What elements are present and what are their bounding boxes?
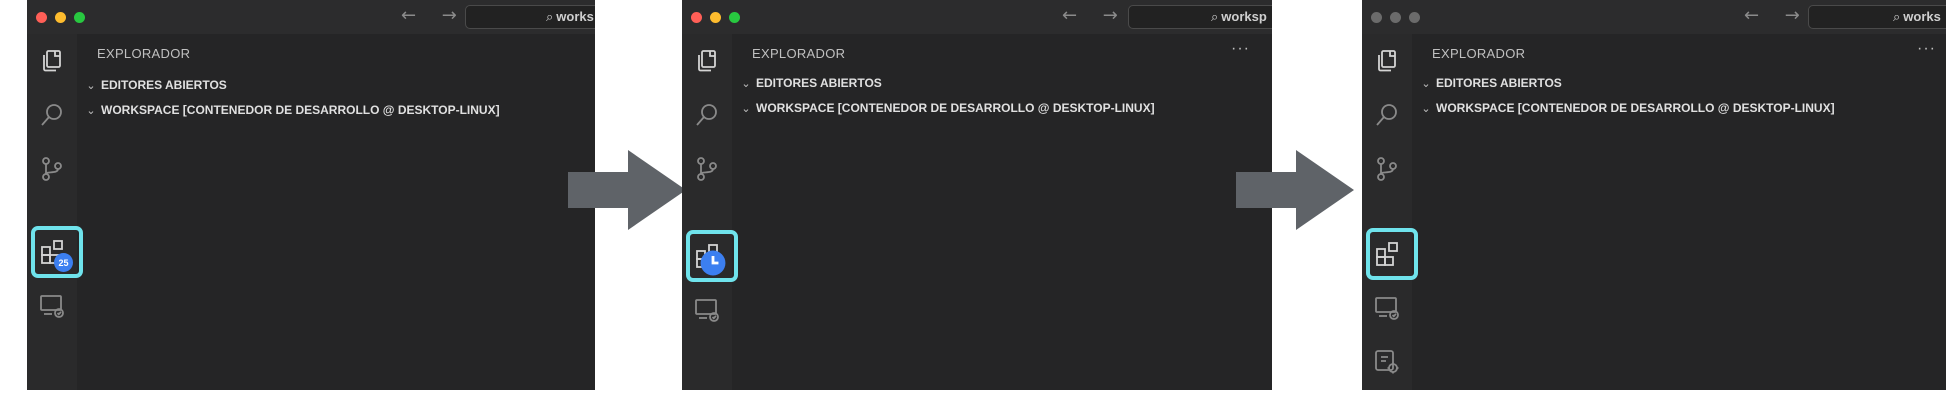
explorer-sidebar: EXPLORADOR ··· ⌄ EDITORES ABIERTOS ⌄ WORKS… <box>1412 34 1946 390</box>
files-icon <box>43 50 61 72</box>
extensions-icon <box>1376 242 1398 266</box>
explorer-title: EXPLORADOR <box>97 46 191 61</box>
activity-bar <box>682 34 738 390</box>
minimize-window-button[interactable] <box>710 12 721 23</box>
window-controls <box>691 12 740 23</box>
files-icon <box>1378 50 1396 72</box>
title-bar: ← → ⌕ worksp <box>682 0 1272 34</box>
chevron-down-icon: ⌄ <box>86 78 96 92</box>
section-open-editors[interactable]: ⌄ EDITORES ABIERTOS <box>738 72 1266 94</box>
explorer-activity[interactable] <box>35 44 69 78</box>
command-center-search[interactable]: ⌕ works <box>1808 5 1946 29</box>
remote-explorer-icon <box>695 299 719 322</box>
section-label: WORKSPACE [CONTENEDOR DE DESARROLLO @ DE… <box>101 103 500 117</box>
chevron-down-icon: ⌄ <box>1421 76 1431 90</box>
command-center-search[interactable]: ⌕ works <box>465 5 595 29</box>
explorer-activity[interactable] <box>1370 44 1404 78</box>
vscode-window-1: ← → ⌕ works 25 EXPLORADOR ⌄ EDITORES ABIER… <box>27 0 595 390</box>
extensions-activity[interactable]: 25 <box>35 235 73 272</box>
explorer-activity[interactable] <box>690 44 724 78</box>
extensions-activity[interactable] <box>1370 237 1404 271</box>
section-workspace[interactable]: ⌄ WORKSPACE [CONTENEDOR DE DESARROLLO @ D… <box>738 97 1266 119</box>
command-center-search[interactable]: ⌕ worksp <box>1128 5 1272 29</box>
clock-icon <box>700 250 726 276</box>
chevron-down-icon: ⌄ <box>741 76 751 90</box>
search-icon <box>1376 104 1397 126</box>
close-window-button[interactable] <box>1371 12 1382 23</box>
explorer-title: EXPLORADOR <box>752 46 846 61</box>
chevron-down-icon: ⌄ <box>86 103 96 117</box>
title-bar: ← → ⌕ works <box>1362 0 1946 34</box>
search-activity[interactable] <box>690 98 724 132</box>
explorer-sidebar: EXPLORADOR ⌄ EDITORES ABIERTOS ⌄ WORKSPACE… <box>77 34 595 390</box>
activity-bar <box>1362 34 1418 390</box>
container-settings-activity[interactable] <box>1370 345 1404 379</box>
section-label: WORKSPACE [CONTENEDOR DE DESARROLLO @ DE… <box>1436 101 1835 115</box>
nav-arrows[interactable]: ← → <box>401 5 467 26</box>
source-control-icon <box>1377 157 1397 181</box>
section-open-editors[interactable]: ⌄ EDITORES ABIERTOS <box>83 74 589 96</box>
section-label: EDITORES ABIERTOS <box>756 76 882 90</box>
search-icon <box>41 104 62 126</box>
zoom-window-button[interactable] <box>74 12 85 23</box>
section-label: EDITORES ABIERTOS <box>101 78 227 92</box>
chevron-down-icon: ⌄ <box>741 101 751 115</box>
search-icon <box>696 104 717 126</box>
window-controls <box>36 12 85 23</box>
title-bar: ← → ⌕ works <box>27 0 595 34</box>
minimize-window-button[interactable] <box>55 12 66 23</box>
explorer-title: EXPLORADOR <box>1432 46 1526 61</box>
remote-explorer-icon <box>40 295 64 318</box>
search-activity[interactable] <box>1370 98 1404 132</box>
search-activity[interactable] <box>35 98 69 132</box>
nav-arrows[interactable]: ← → <box>1062 5 1128 26</box>
section-label: EDITORES ABIERTOS <box>1436 76 1562 90</box>
transition-arrow-2 <box>1236 150 1354 230</box>
search-icon: ⌕ <box>546 10 554 25</box>
source-control-icon <box>697 157 717 181</box>
extensions-update-badge: 25 <box>54 253 73 272</box>
extensions-activity[interactable] <box>690 239 726 276</box>
section-workspace[interactable]: ⌄ WORKSPACE [CONTENEDOR DE DESARROLLO @ D… <box>83 99 589 121</box>
remote-explorer-activity[interactable] <box>690 293 724 327</box>
container-gear-icon <box>1375 350 1399 374</box>
files-icon <box>698 50 716 72</box>
zoom-window-button[interactable] <box>729 12 740 23</box>
nav-arrows[interactable]: ← → <box>1744 5 1810 26</box>
remote-explorer-activity[interactable] <box>35 289 69 323</box>
remote-explorer-icon <box>1375 297 1399 320</box>
zoom-window-button[interactable] <box>1409 12 1420 23</box>
minimize-window-button[interactable] <box>1390 12 1401 23</box>
activity-bar: 25 <box>27 34 83 390</box>
section-workspace[interactable]: ⌄ WORKSPACE [CONTENEDOR DE DESARROLLO @ D… <box>1418 97 1940 119</box>
remote-explorer-activity[interactable] <box>1370 291 1404 325</box>
section-open-editors[interactable]: ⌄ EDITORES ABIERTOS <box>1418 72 1940 94</box>
search-icon: ⌕ <box>1893 10 1901 25</box>
search-text: worksp <box>1221 9 1267 24</box>
explorer-sidebar: EXPLORADOR ··· ⌄ EDITORES ABIERTOS ⌄ WORKS… <box>732 34 1272 390</box>
more-actions-button[interactable]: ··· <box>1917 40 1936 58</box>
section-label: WORKSPACE [CONTENEDOR DE DESARROLLO @ DE… <box>756 101 1155 115</box>
window-controls <box>1371 12 1420 23</box>
source-control-icon <box>42 157 62 181</box>
search-text: works <box>1903 9 1941 24</box>
search-text: works <box>556 9 594 24</box>
close-window-button[interactable] <box>691 12 702 23</box>
source-control-activity[interactable] <box>690 152 724 186</box>
source-control-activity[interactable] <box>1370 152 1404 186</box>
close-window-button[interactable] <box>36 12 47 23</box>
chevron-down-icon: ⌄ <box>1421 101 1431 115</box>
source-control-activity[interactable] <box>35 152 69 186</box>
more-actions-button[interactable]: ··· <box>1231 40 1250 58</box>
vscode-window-3: ← → ⌕ works EXPLORADOR ··· ⌄ EDITORES ABIE… <box>1362 0 1946 390</box>
search-icon: ⌕ <box>1211 10 1219 25</box>
transition-arrow-1 <box>568 150 686 230</box>
vscode-window-2: ← → ⌕ worksp EXPLORADOR ··· ⌄ EDITORES ABI… <box>682 0 1272 390</box>
